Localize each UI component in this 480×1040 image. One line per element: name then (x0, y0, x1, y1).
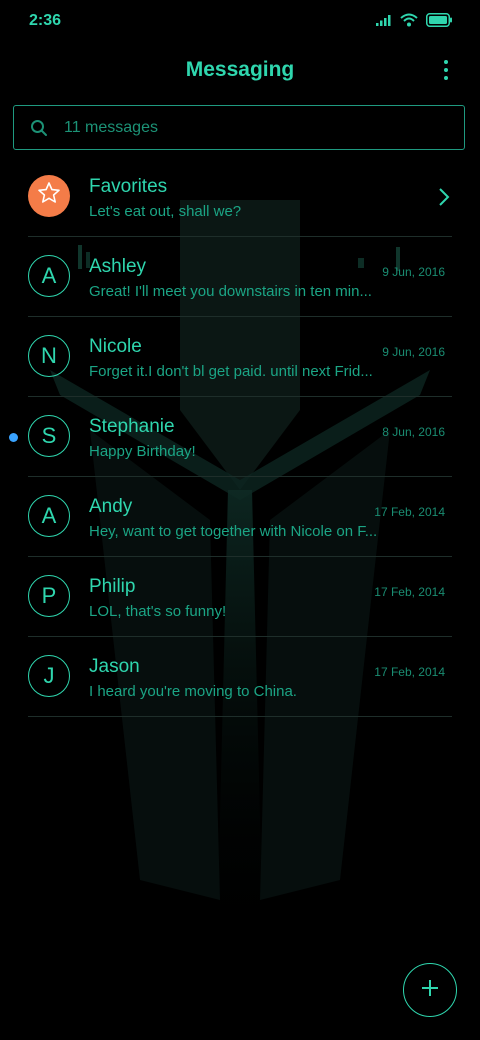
message-preview: I heard you're moving to China. (89, 683, 297, 700)
contact-name: Philip (89, 576, 136, 597)
message-preview: Hey, want to get together with Nicole on… (89, 523, 378, 540)
message-date: 17 Feb, 2014 (374, 585, 445, 599)
chevron-right-icon (438, 187, 450, 207)
avatar: P (28, 575, 70, 617)
message-date: 17 Feb, 2014 (374, 665, 445, 679)
conversation-list: Favorites Let's eat out, shall we? A Ash… (0, 157, 480, 717)
status-time: 2:36 (29, 12, 62, 29)
favorites-avatar (28, 175, 70, 217)
conversation-row-stephanie[interactable]: S Stephanie Happy Birthday! 8 Jun, 2016 (0, 397, 480, 477)
new-message-button[interactable] (403, 963, 457, 1017)
status-icons (376, 12, 452, 32)
wifi-icon (400, 13, 418, 32)
search-input[interactable] (62, 106, 446, 150)
message-date: 9 Jun, 2016 (382, 265, 445, 279)
favorites-name: Favorites (89, 176, 168, 197)
avatar: S (28, 415, 70, 457)
unread-indicator (9, 433, 18, 442)
avatar: J (28, 655, 70, 697)
avatar: A (28, 255, 70, 297)
contact-name: Nicole (89, 336, 142, 357)
avatar: N (28, 335, 70, 377)
contact-name: Andy (89, 496, 133, 517)
message-preview: LOL, that's so funny! (89, 603, 227, 620)
page-title: Messaging (185, 58, 295, 81)
more-vertical-icon[interactable] (438, 58, 454, 84)
contact-name: Stephanie (89, 416, 175, 437)
signal-icon (376, 13, 392, 31)
message-preview: Happy Birthday! (89, 443, 196, 460)
star-icon (37, 181, 61, 211)
plus-icon (420, 978, 440, 1003)
battery-icon (426, 12, 452, 32)
message-date: 8 Jun, 2016 (382, 425, 445, 439)
conversation-row-ashley[interactable]: A Ashley Great! I'll meet you downstairs… (0, 237, 480, 317)
status-bar: 2:36 (0, 0, 480, 44)
conversation-row-nicole[interactable]: N Nicole Forget it.I don't bl get paid. … (0, 317, 480, 397)
conversation-row-andy[interactable]: A Andy Hey, want to get together with Ni… (0, 477, 480, 557)
message-preview: Great! I'll meet you downstairs in ten m… (89, 283, 372, 300)
contact-name: Jason (89, 656, 140, 677)
favorites-preview: Let's eat out, shall we? (89, 203, 242, 220)
conversation-row-philip[interactable]: P Philip LOL, that's so funny! 17 Feb, 2… (0, 557, 480, 637)
app-bar: Messaging (0, 50, 480, 94)
contact-name: Ashley (89, 256, 147, 277)
conversation-row-jason[interactable]: J Jason I heard you're moving to China. … (0, 637, 480, 717)
favorites-row[interactable]: Favorites Let's eat out, shall we? (0, 157, 480, 237)
message-date: 17 Feb, 2014 (374, 505, 445, 519)
message-preview: Forget it.I don't bl get paid. until nex… (89, 363, 373, 380)
avatar: A (28, 495, 70, 537)
search-icon (30, 119, 48, 137)
divider (28, 716, 452, 717)
message-date: 9 Jun, 2016 (382, 345, 445, 359)
search-bar[interactable] (13, 105, 465, 150)
